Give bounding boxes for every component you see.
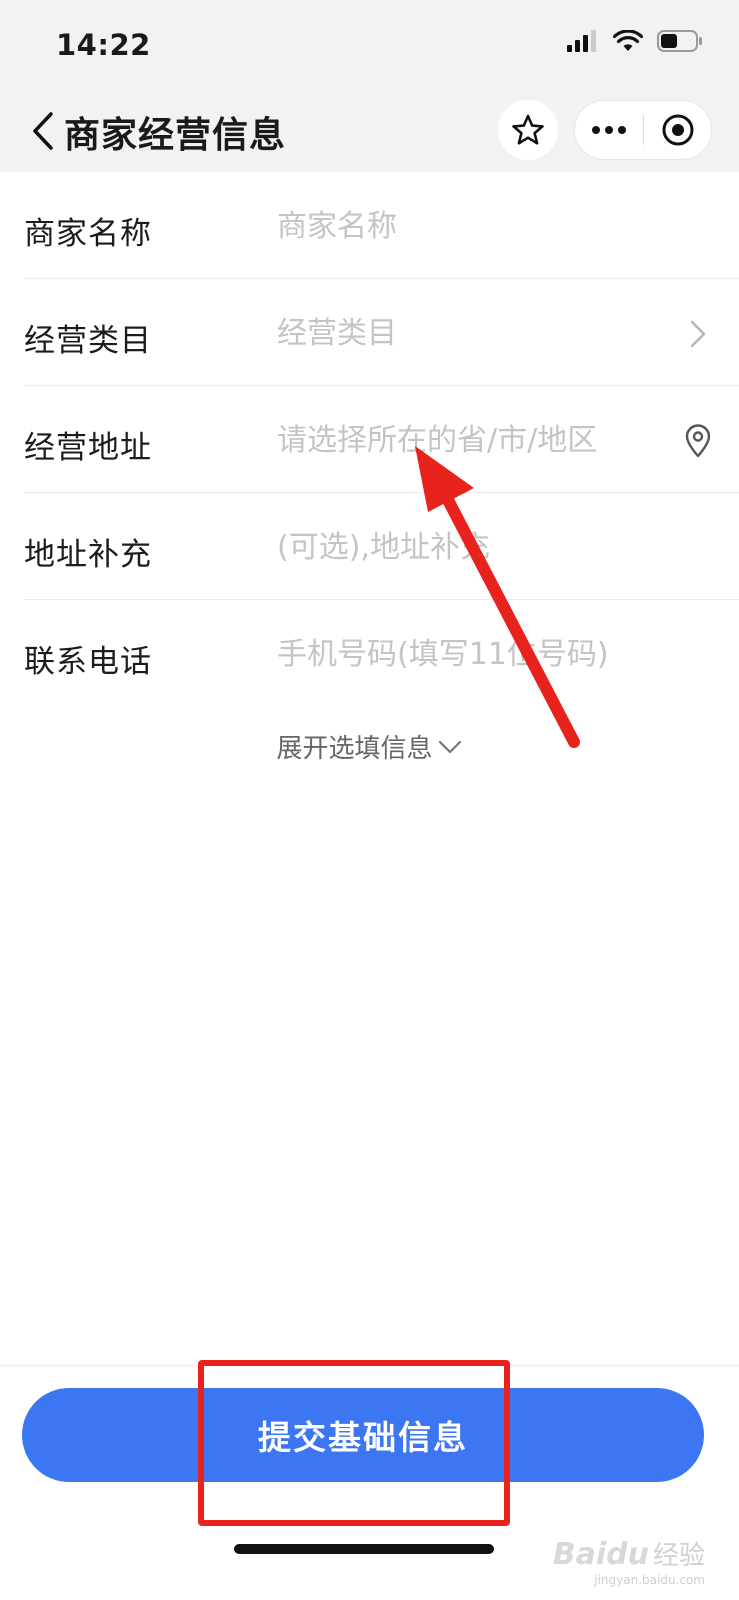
- home-indicator[interactable]: [234, 1544, 494, 1554]
- form-row-merchant-name: 商家名称: [24, 172, 739, 279]
- address-supplement-label: 地址补充: [24, 537, 152, 573]
- status-icons: [567, 30, 703, 52]
- mini-program-capsule: [574, 100, 712, 160]
- page-title: 商家经营信息: [64, 115, 287, 156]
- nav-bar: 商家经营信息: [0, 90, 739, 172]
- close-mini-program-button[interactable]: [644, 101, 711, 159]
- baidu-jingyan-watermark: Baidu 经验 jingyan.baidu.com: [552, 1535, 705, 1587]
- contact-phone-input[interactable]: [277, 630, 667, 678]
- contact-phone-label: 联系电话: [24, 644, 152, 680]
- favorite-button[interactable]: [498, 100, 558, 160]
- business-address-label: 经营地址: [24, 430, 152, 466]
- battery-icon: [657, 30, 702, 52]
- chevron-right-icon[interactable]: [681, 315, 715, 353]
- wifi-icon: [613, 30, 643, 51]
- merchant-name-label: 商家名称: [24, 216, 152, 252]
- expand-optional-info[interactable]: 展开选填信息: [0, 728, 739, 765]
- business-category-select[interactable]: [277, 309, 667, 357]
- chevron-down-icon: [438, 740, 461, 753]
- business-address-picker[interactable]: [277, 416, 667, 464]
- watermark-suffix: 经验: [652, 1541, 705, 1571]
- watermark-brand: Baidu: [552, 1537, 649, 1572]
- expand-optional-label: 展开选填信息: [276, 734, 433, 764]
- merchant-form: 商家名称 经营类目 经营地址 地址补充 联系电话: [0, 172, 739, 707]
- address-supplement-input[interactable]: [277, 523, 667, 571]
- form-row-contact-phone: 联系电话: [24, 600, 739, 707]
- star-icon: [512, 114, 544, 145]
- location-pin-icon[interactable]: [681, 422, 715, 460]
- status-bar: 14:22: [0, 0, 739, 90]
- form-row-business-address[interactable]: 经营地址: [24, 386, 739, 493]
- more-button[interactable]: [575, 101, 643, 159]
- more-dots-icon: [592, 126, 626, 134]
- status-time: 14:22: [56, 28, 151, 62]
- back-button[interactable]: [28, 108, 58, 154]
- signal-icon: [567, 30, 596, 52]
- chevron-left-icon: [33, 112, 53, 150]
- business-category-label: 经营类目: [24, 323, 152, 359]
- target-close-icon: [662, 114, 693, 146]
- form-row-address-supplement: 地址补充: [24, 493, 739, 600]
- form-row-business-category[interactable]: 经营类目: [24, 279, 739, 386]
- annotation-highlight-box: [198, 1360, 510, 1526]
- watermark-url: jingyan.baidu.com: [594, 1573, 705, 1587]
- merchant-name-input[interactable]: [277, 202, 667, 250]
